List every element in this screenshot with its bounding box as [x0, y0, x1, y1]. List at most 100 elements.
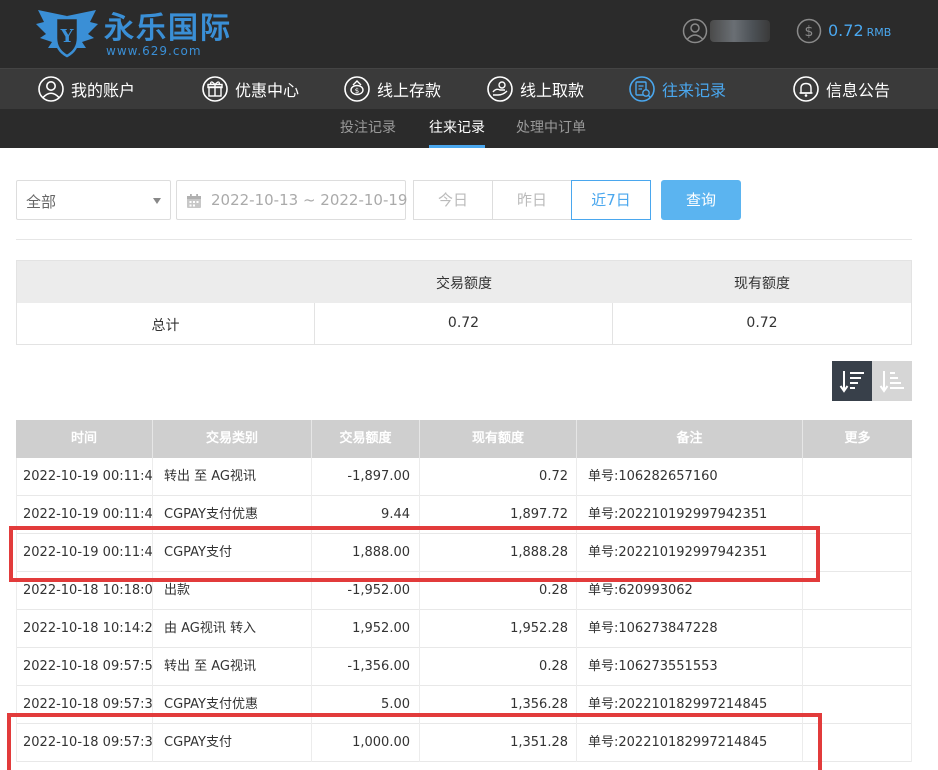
column-header-type[interactable]: 交易类别: [153, 420, 312, 458]
cell-balance: 0.28: [420, 648, 577, 686]
nav-promotions[interactable]: 优惠中心: [201, 69, 299, 109]
svg-text:$: $: [355, 87, 359, 95]
table-row[interactable]: 2022-10-19 00:11:41 CGPAY支付 1,888.00 1,8…: [16, 534, 912, 572]
date-range-picker[interactable]: 2022-10-13 ~ 2022-10-19: [176, 180, 408, 220]
cell-balance: 1,351.28: [420, 724, 577, 762]
cell-type: CGPAY支付: [153, 724, 312, 762]
cell-time: 2022-10-19 00:11:41: [16, 496, 153, 534]
cell-note: 单号:620993062: [577, 572, 803, 610]
nav-online-withdraw[interactable]: 线上取款: [486, 69, 584, 109]
date-range-value: 2022-10-13 ~ 2022-10-19: [211, 191, 408, 209]
winged-shield-logo-icon: Y: [36, 10, 98, 58]
cell-more[interactable]: [803, 496, 912, 534]
cell-amount: -1,897.00: [312, 458, 420, 496]
top-header: Y 永乐国际 www.629.com $ 0.72 RMB: [0, 0, 938, 68]
nav-label: 线上取款: [520, 81, 585, 100]
table-row[interactable]: 2022-10-18 09:57:55 转出 至 AG视讯 -1,356.00 …: [16, 648, 912, 686]
range-last7days-button[interactable]: 近7日: [571, 180, 651, 220]
calendar-icon: [187, 194, 201, 208]
column-header-more[interactable]: 更多: [803, 420, 912, 458]
table-row[interactable]: 2022-10-19 00:11:43 转出 至 AG视讯 -1,897.00 …: [16, 458, 912, 496]
balance-currency: RMB: [866, 26, 892, 39]
cell-more[interactable]: [803, 648, 912, 686]
cell-type: 由 AG视讯 转入: [153, 610, 312, 648]
range-today-button[interactable]: 今日: [413, 180, 493, 220]
cell-balance: 1,356.28: [420, 686, 577, 724]
svg-text:$: $: [805, 24, 814, 40]
table-row[interactable]: 2022-10-18 10:14:28 由 AG视讯 转入 1,952.00 1…: [16, 610, 912, 648]
logo-url: www.629.com: [106, 44, 202, 58]
nav-label: 信息公告: [826, 81, 891, 100]
subtab-pending-orders[interactable]: 处理中订单: [516, 109, 586, 148]
site-logo[interactable]: Y 永乐国际 www.629.com: [34, 8, 234, 60]
cell-more[interactable]: [803, 686, 912, 724]
username-redacted: [710, 20, 770, 42]
cell-balance: 1,952.28: [420, 610, 577, 648]
svg-text:Y: Y: [60, 26, 75, 47]
cell-type: 出款: [153, 572, 312, 610]
column-header-time[interactable]: 时间: [16, 420, 153, 458]
cell-type: 转出 至 AG视讯: [153, 458, 312, 496]
cell-note: 单号:202210182997214845: [577, 724, 803, 762]
cell-amount: 1,888.00: [312, 534, 420, 572]
cell-note: 单号:106273847228: [577, 610, 803, 648]
summary-total-amount: 0.72: [447, 315, 480, 331]
cell-time: 2022-10-18 09:57:37: [16, 724, 153, 762]
nav-label: 往来记录: [662, 81, 727, 100]
withdraw-icon: [487, 76, 513, 102]
transaction-type-select[interactable]: 全部: [16, 180, 171, 220]
cell-amount: 5.00: [312, 686, 420, 724]
cell-balance: 0.72: [420, 458, 577, 496]
cell-more[interactable]: [803, 724, 912, 762]
user-icon: [38, 76, 64, 102]
subtab-bet-records[interactable]: 投注记录: [340, 109, 396, 148]
cell-amount: -1,356.00: [312, 648, 420, 686]
sort-descending-button[interactable]: [832, 361, 872, 401]
cell-more[interactable]: [803, 610, 912, 648]
cell-more[interactable]: [803, 572, 912, 610]
cell-amount: 1,952.00: [312, 610, 420, 648]
records-icon: [629, 76, 655, 102]
cell-more[interactable]: [803, 458, 912, 496]
nav-transaction-records[interactable]: 往来记录: [628, 69, 726, 109]
table-header: 时间 交易类别 交易额度 现有额度 备注 更多: [16, 420, 912, 458]
cell-amount: 9.44: [312, 496, 420, 534]
bell-icon: [793, 76, 819, 102]
cell-time: 2022-10-18 10:14:28: [16, 610, 153, 648]
column-header-note[interactable]: 备注: [577, 420, 803, 458]
balance-amount: 0.72 RMB: [828, 21, 892, 40]
summary-total-label: 总计: [151, 318, 180, 334]
table-row[interactable]: 2022-10-19 00:11:41 CGPAY支付优惠 9.44 1,897…: [16, 496, 912, 534]
cell-time: 2022-10-18 09:57:55: [16, 648, 153, 686]
cell-note: 单号:106282657160: [577, 458, 803, 496]
cell-balance: 1,888.28: [420, 534, 577, 572]
sort-ascending-button[interactable]: [872, 361, 912, 401]
summary-table: 交易额度 现有额度 总计 0.72 0.72: [16, 260, 912, 345]
table-row[interactable]: 2022-10-18 10:18:01 出款 -1,952.00 0.28 单号…: [16, 572, 912, 610]
table-row[interactable]: 2022-10-18 09:57:37 CGPAY支付优惠 5.00 1,356…: [16, 686, 912, 724]
query-button[interactable]: 查询: [661, 180, 741, 220]
cell-balance: 1,897.72: [420, 496, 577, 534]
cell-time: 2022-10-19 00:11:43: [16, 458, 153, 496]
select-value: 全部: [26, 193, 57, 211]
column-header-balance[interactable]: 现有额度: [420, 420, 577, 458]
gift-icon: [202, 76, 228, 102]
nav-my-account[interactable]: 我的账户: [37, 69, 135, 109]
sort-ascending-icon: [879, 371, 904, 393]
nav-announcements[interactable]: 信息公告: [792, 69, 890, 109]
range-yesterday-button[interactable]: 昨日: [492, 180, 572, 220]
cell-note: 单号:202210182997214845: [577, 686, 803, 724]
nav-online-deposit[interactable]: $ 线上存款: [343, 69, 441, 109]
table-row[interactable]: 2022-10-18 09:57:37 CGPAY支付 1,000.00 1,3…: [16, 724, 912, 762]
column-header-amount[interactable]: 交易额度: [312, 420, 420, 458]
cell-time: 2022-10-18 10:18:01: [16, 572, 153, 610]
cell-time: 2022-10-18 09:57:37: [16, 686, 153, 724]
nav-label: 优惠中心: [235, 81, 300, 100]
nav-label: 线上存款: [377, 81, 442, 100]
user-avatar-icon: [682, 18, 708, 44]
cell-amount: -1,952.00: [312, 572, 420, 610]
cell-note: 单号:202210192997942351: [577, 496, 803, 534]
subtab-transaction-records[interactable]: 往来记录: [429, 109, 485, 148]
cell-more[interactable]: [803, 534, 912, 572]
summary-header-current-balance: 现有额度: [734, 276, 790, 292]
